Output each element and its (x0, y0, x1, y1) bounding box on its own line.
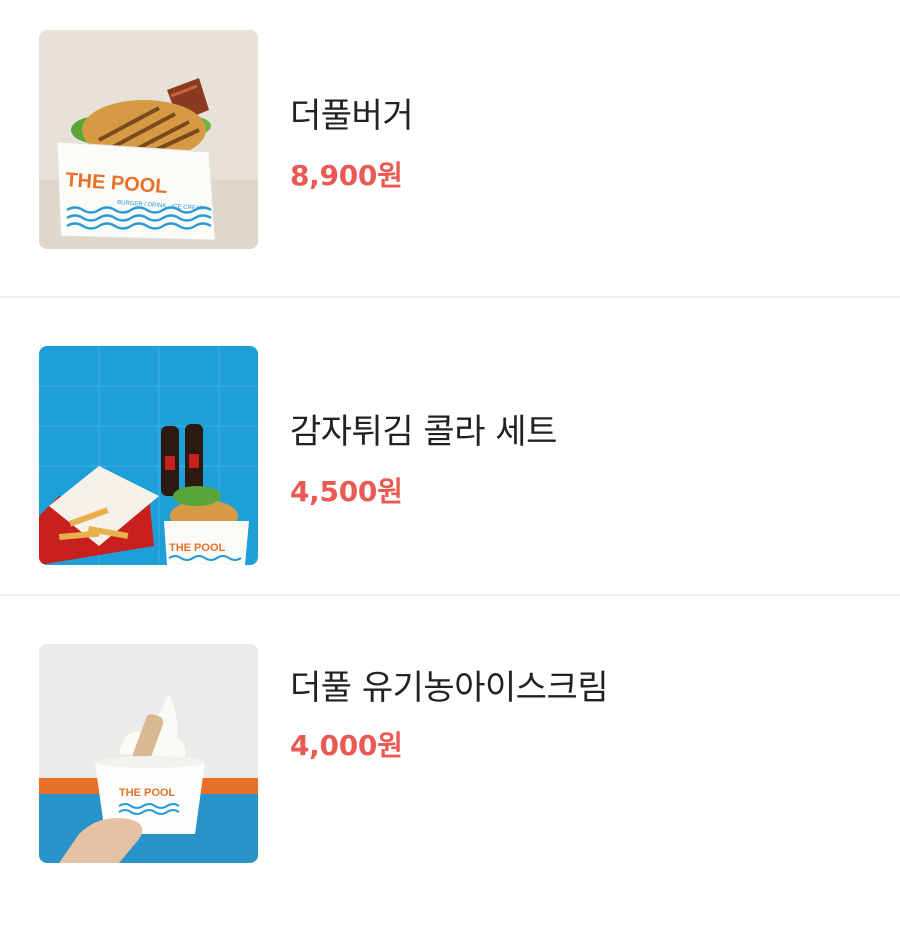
menu-item-price: 8,900원 (290, 159, 403, 192)
menu-list: THE POOL BURGER / DRINK · ICE CREAM 더풀버거… (0, 0, 900, 927)
ice-cream-photo: THE POOL (39, 644, 258, 863)
menu-item-price: 4,000원 (290, 729, 403, 762)
fries-cola-photo: THE POOL (39, 346, 258, 565)
menu-item-name: 감자튀김 콜라 세트 (290, 412, 557, 452)
menu-item-burger[interactable]: THE POOL BURGER / DRINK · ICE CREAM 더풀버거… (0, 0, 900, 298)
menu-item-name: 더풀 유기농아이스크림 (290, 668, 609, 708)
bag-logo-text: THE POOL (169, 542, 226, 554)
burger-photo: THE POOL BURGER / DRINK · ICE CREAM (39, 30, 258, 249)
menu-item-fries-cola-set[interactable]: THE POOL 감자튀김 콜라 세트 4,500원 (0, 298, 900, 596)
cup-logo-text: THE POOL (119, 787, 176, 799)
menu-item-name: 더풀버거 (290, 96, 414, 136)
menu-item-price: 4,500원 (290, 475, 403, 508)
menu-item-ice-cream[interactable]: THE POOL 더풀 유기농아이스크림 4,000원 (0, 596, 900, 927)
